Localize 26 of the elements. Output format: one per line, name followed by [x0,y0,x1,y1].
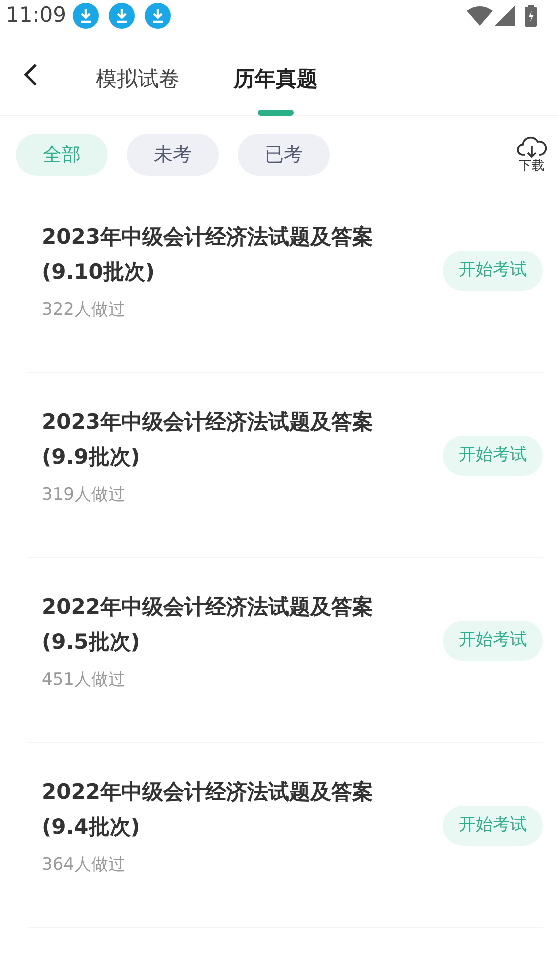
download-button[interactable]: 下载 [517,135,547,175]
paper-title: 2022年中级会计经济法试题及答案 (9.4批次) [42,779,374,841]
paper-card[interactable]: 2023年中级会计经济法试题及答案 (9.9批次) 319人做过 开始考试 [28,373,543,558]
download-icon [108,3,135,29]
download-icon [144,3,171,29]
paper-card[interactable]: 2023年中级会计经济法试题及答案 (9.10批次) 322人做过 开始考试 [28,188,543,373]
paper-card[interactable]: 2022年中级会计经济法试题及答案 (9.5批次) 451人做过 开始考试 [28,558,543,743]
cloud-download-icon [517,135,547,159]
paper-title: 2023年中级会计经济法试题及答案 (9.10批次) [42,224,374,286]
filter-chip[interactable]: 未考 [127,134,219,176]
download-icon [72,3,99,29]
paper-title: 2023年中级会计经济法试题及答案 (9.9批次) [42,409,374,471]
paper-card[interactable]: 2022年中级会计经济法试题及答案 (9.4批次) 364人做过 开始考试 [28,743,543,928]
wifi-icon [467,6,493,26]
filter-chip[interactable]: 已考 [238,134,330,176]
tab[interactable]: 模拟试卷 [96,58,180,116]
attempt-count: 364人做过 [42,854,126,877]
signal-icon [495,6,515,26]
attempt-count: 451人做过 [42,669,126,692]
battery-icon [525,5,537,27]
paper-title: 2022年中级会计经济法试题及答案 (9.5批次) [42,594,374,656]
attempt-count: 319人做过 [42,484,126,507]
tab[interactable]: 历年真题 [234,58,318,116]
status-time: 11:09 [6,2,67,30]
attempt-count: 322人做过 [42,299,126,322]
back-icon [24,63,38,87]
